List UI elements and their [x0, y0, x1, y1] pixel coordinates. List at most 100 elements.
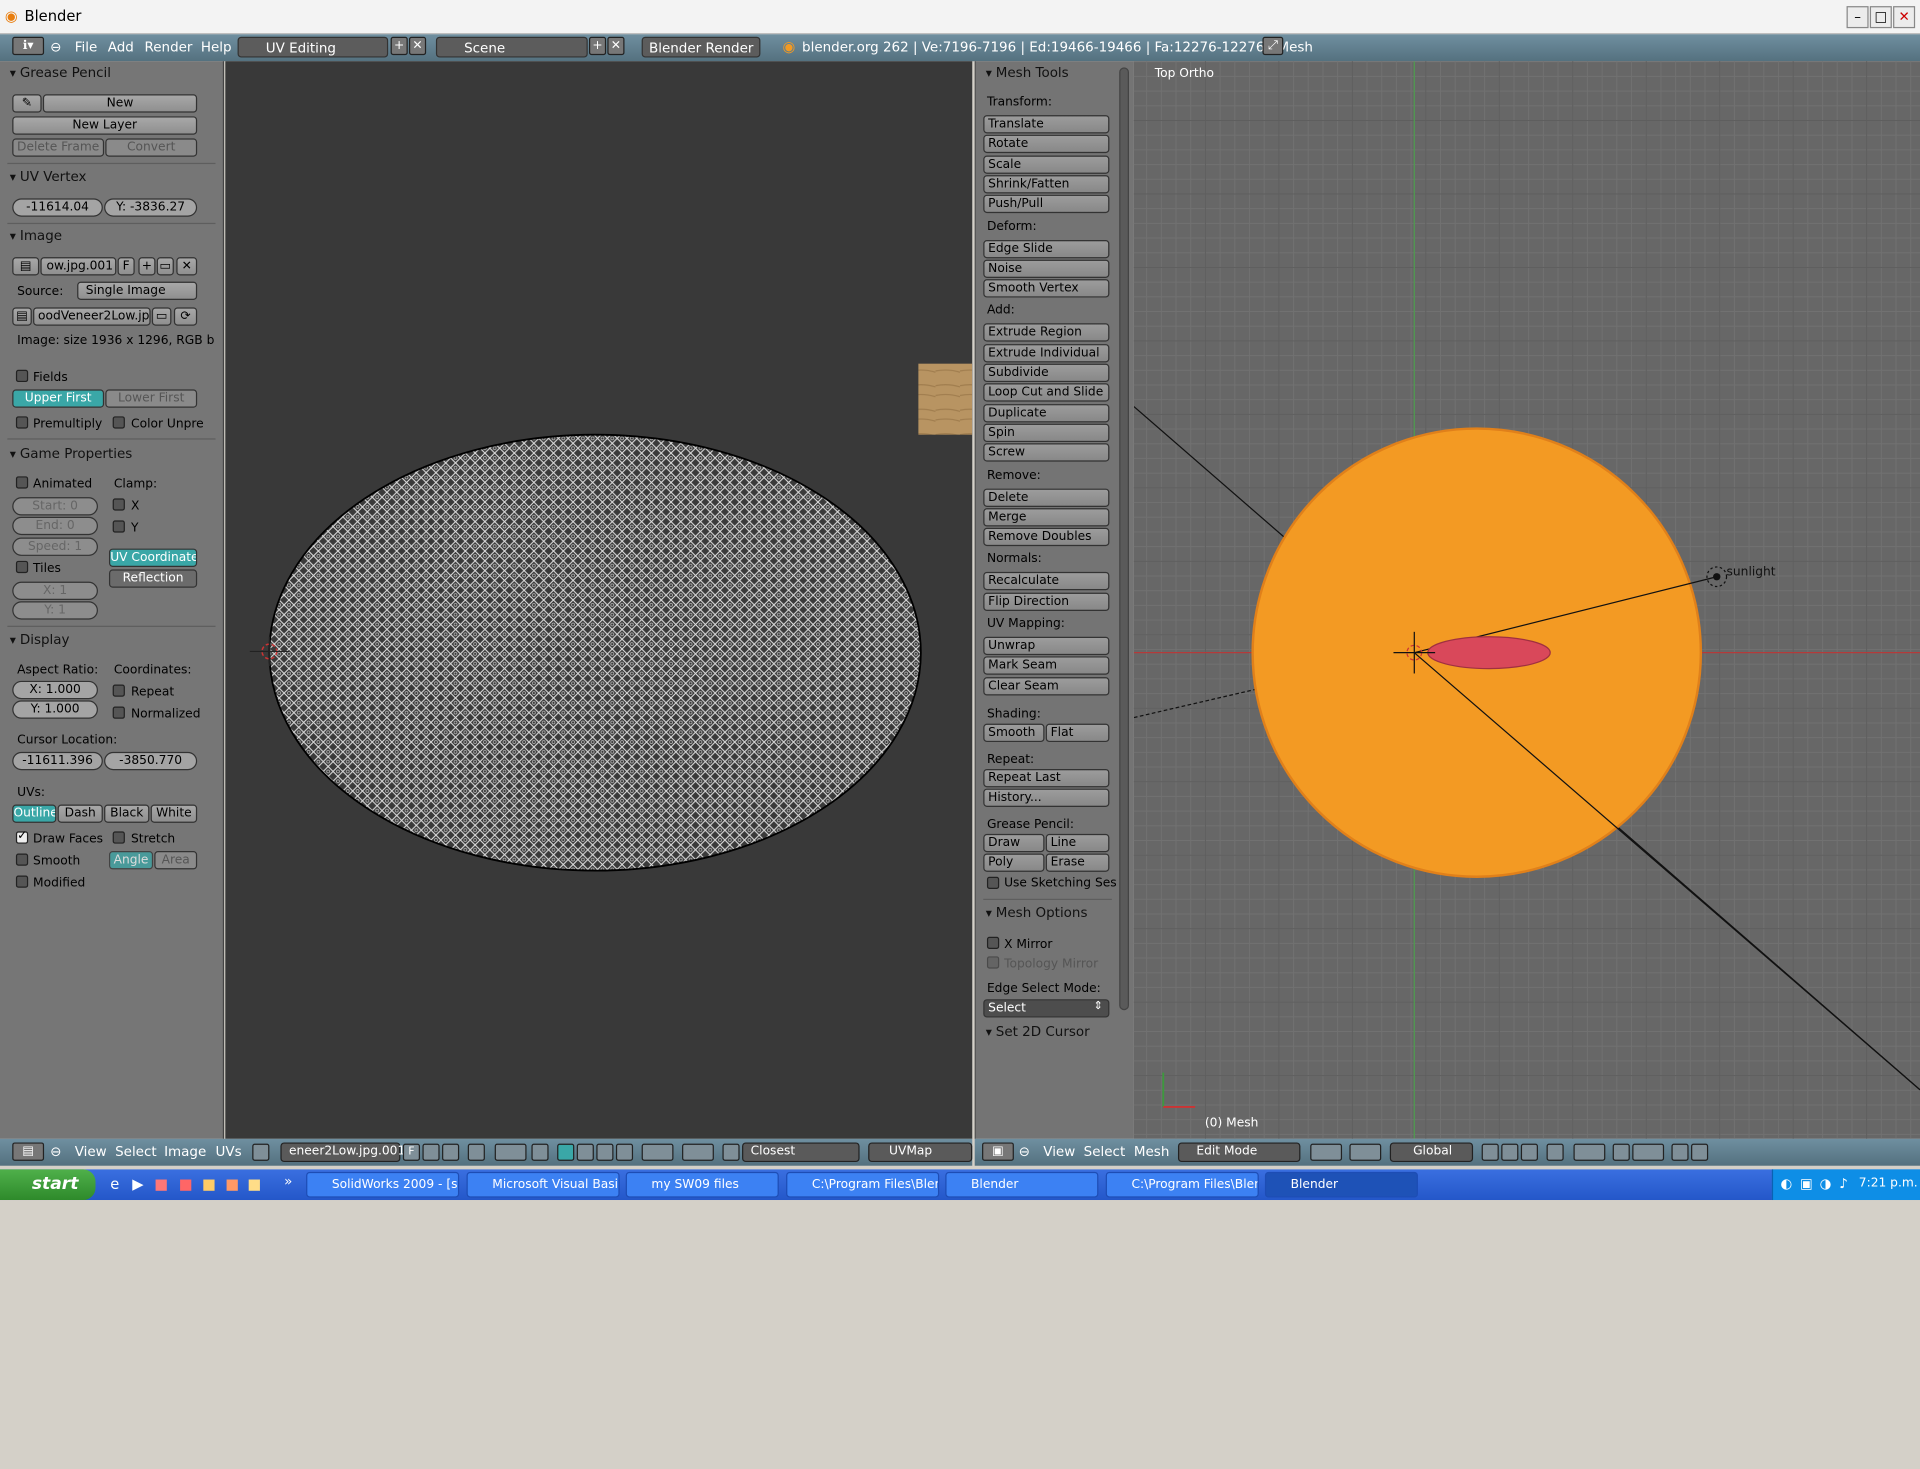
tiles-checkbox[interactable]: [15, 560, 29, 574]
sync-selection-icon[interactable]: [531, 1143, 549, 1161]
uv-menu-image[interactable]: Image: [164, 1144, 206, 1160]
task-blender-1[interactable]: Blender: [945, 1171, 1099, 1198]
3d-menu-select[interactable]: Select: [1084, 1144, 1126, 1160]
aspect-x-field[interactable]: X: 1.000: [12, 680, 98, 700]
quicklaunch-app-icon[interactable]: ■: [154, 1176, 168, 1193]
area-button[interactable]: Area: [154, 851, 198, 870]
tool-button-shrink-fatten[interactable]: Shrink/Fatten: [983, 174, 1110, 194]
animated-checkbox[interactable]: [15, 476, 29, 489]
start-field[interactable]: Start: 0: [12, 497, 98, 516]
tray-icon[interactable]: ◐: [1780, 1176, 1792, 1192]
viewport-canvas[interactable]: [1133, 61, 1920, 1139]
uv-fake-user-toggle[interactable]: F: [402, 1143, 421, 1161]
tiles-y-field[interactable]: Y: 1: [12, 601, 98, 620]
task-cmd-1[interactable]: C:\Program Files\Blen...: [786, 1171, 940, 1198]
fields-checkbox[interactable]: [15, 369, 29, 383]
maximize-icon[interactable]: □: [1869, 6, 1892, 29]
quicklaunch-ie-icon[interactable]: e: [110, 1176, 119, 1193]
upper-first-button[interactable]: Upper First: [12, 389, 105, 408]
quicklaunch-app-icon[interactable]: ■: [247, 1176, 261, 1193]
draw-faces-checkbox[interactable]: [15, 829, 29, 844]
flat-shading-button[interactable]: Flat: [1045, 723, 1110, 743]
screen-layout-field[interactable]: UV Editing: [237, 36, 389, 58]
uv-new-image-icon[interactable]: [422, 1143, 440, 1161]
draw-button[interactable]: Draw: [983, 833, 1045, 853]
tray-icon[interactable]: ♪: [1839, 1176, 1848, 1192]
set-2d-cursor-header[interactable]: Set 2D Cursor: [986, 1024, 1090, 1040]
mesh-object-leaf[interactable]: [1427, 636, 1551, 670]
collapse-menu-icon[interactable]: ⊖: [50, 39, 61, 55]
tool-button-extrude-individual[interactable]: Extrude Individual: [983, 343, 1110, 363]
uv-canvas[interactable]: [225, 61, 973, 1139]
uv-vertex-x-field[interactable]: -11614.04: [12, 198, 103, 217]
island-select-icon[interactable]: [615, 1143, 634, 1161]
quicklaunch-more-icon[interactable]: »: [284, 1173, 292, 1189]
pivot-icon[interactable]: [494, 1143, 527, 1161]
lower-first-button[interactable]: Lower First: [105, 389, 198, 408]
minimize-icon[interactable]: –: [1846, 6, 1869, 29]
snap-icon[interactable]: [1612, 1143, 1630, 1161]
tray-icon[interactable]: ▣: [1800, 1176, 1813, 1192]
tool-button-unwrap[interactable]: Unwrap: [983, 636, 1110, 656]
clamp-y-checkbox[interactable]: [112, 520, 125, 533]
color-unpremultiply-checkbox[interactable]: [112, 416, 125, 429]
snap-target-icon[interactable]: [1632, 1143, 1665, 1161]
uv-editor-type-icon[interactable]: ▤: [12, 1142, 45, 1161]
uv-coordinate-button[interactable]: UV Coordinate: [108, 548, 198, 567]
tool-button-delete[interactable]: Delete: [983, 487, 1110, 507]
normalized-checkbox[interactable]: [112, 706, 125, 719]
fake-user-toggle[interactable]: F: [117, 257, 135, 276]
uvmap-field[interactable]: UVMap: [868, 1142, 973, 1163]
snap-icon[interactable]: [722, 1143, 740, 1161]
image-browse-icon[interactable]: ▤: [12, 257, 40, 276]
proportional-edit-icon[interactable]: [1573, 1143, 1606, 1161]
tool-button-loop-cut-and-slide[interactable]: Loop Cut and Slide: [983, 383, 1110, 402]
tool-button-clear-seam[interactable]: Clear Seam: [983, 676, 1110, 696]
source-select[interactable]: Single Image: [77, 281, 198, 301]
vertex-mode-icon[interactable]: [1481, 1143, 1499, 1161]
task-blender-2[interactable]: Blender: [1264, 1171, 1418, 1198]
topology-mirror-checkbox[interactable]: [986, 956, 1000, 969]
uv-menu-uvs[interactable]: UVs: [216, 1144, 242, 1160]
poly-button[interactable]: Poly: [983, 853, 1045, 872]
tool-panel-scrollbar[interactable]: [1119, 67, 1129, 1011]
uv-vertex-header[interactable]: UV Vertex: [10, 169, 87, 185]
tool-button-recalculate[interactable]: Recalculate: [983, 572, 1110, 591]
pivot-point-icon[interactable]: [1349, 1143, 1382, 1161]
quicklaunch-app-icon[interactable]: ■: [202, 1176, 216, 1193]
new-layer-button[interactable]: New Layer: [12, 116, 198, 135]
menu-file[interactable]: File: [75, 39, 98, 55]
start-button[interactable]: start: [0, 1169, 96, 1201]
uv-menu-view[interactable]: View: [75, 1144, 107, 1160]
speed-field[interactable]: Speed: 1: [12, 537, 98, 556]
face-select-icon[interactable]: [596, 1143, 614, 1161]
tray-icon[interactable]: ◑: [1820, 1176, 1832, 1192]
face-mode-icon[interactable]: [1520, 1143, 1538, 1161]
collapse-menu-icon[interactable]: ⊖: [1019, 1144, 1030, 1160]
falloff-icon[interactable]: [682, 1143, 714, 1161]
occlude-geometry-icon[interactable]: [1546, 1143, 1564, 1161]
delete-frame-button[interactable]: Delete Frame: [12, 138, 105, 157]
tiles-x-field[interactable]: X: 1: [12, 581, 98, 601]
mesh-tools-header[interactable]: Mesh Tools: [986, 65, 1069, 81]
clamp-x-checkbox[interactable]: [112, 498, 125, 511]
tool-button-duplicate[interactable]: Duplicate: [983, 403, 1110, 422]
3d-menu-view[interactable]: View: [1043, 1144, 1075, 1160]
tool-button-merge[interactable]: Merge: [983, 507, 1110, 527]
fullscreen-icon[interactable]: ⤢: [1262, 36, 1284, 56]
display-header[interactable]: Display: [10, 632, 70, 648]
quicklaunch-app-icon[interactable]: ■: [179, 1176, 193, 1193]
sticky-select-mode[interactable]: Closest: [742, 1142, 860, 1163]
tool-button-rotate[interactable]: Rotate: [983, 135, 1110, 154]
image-filepath-field[interactable]: oodVeneer2Low.jpg: [33, 307, 151, 326]
tool-button-screw[interactable]: Screw: [983, 443, 1110, 462]
task-cmd-2[interactable]: C:\Program Files\Blen...: [1105, 1171, 1259, 1198]
tool-button-mark-seam[interactable]: Mark Seam: [983, 656, 1110, 676]
cursor-x-field[interactable]: -11611.396: [12, 751, 103, 771]
browse-file-icon[interactable]: ▭: [151, 307, 172, 326]
tool-button-scale[interactable]: Scale: [983, 155, 1110, 174]
premultiply-checkbox[interactable]: [15, 416, 29, 429]
image-header[interactable]: Image: [10, 228, 62, 244]
history-button[interactable]: History...: [983, 788, 1110, 807]
pin-icon[interactable]: [467, 1143, 485, 1161]
